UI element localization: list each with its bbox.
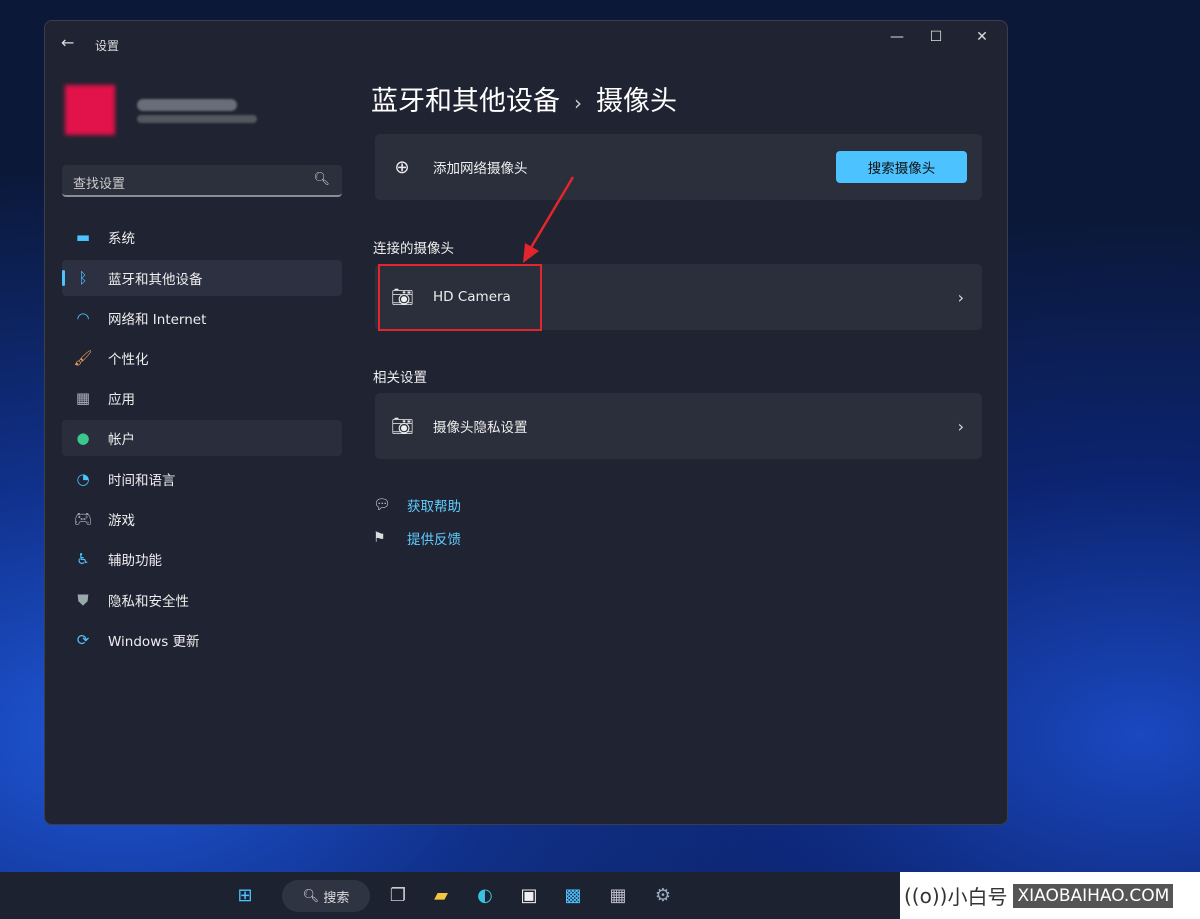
edge-browser-icon[interactable]: ◐ bbox=[472, 882, 498, 908]
sidebar-item-label: 帐户 bbox=[108, 432, 135, 448]
sidebar-item-label: 蓝牙和其他设备 bbox=[108, 272, 203, 288]
logo-domain: XIAOBAIHAO.COM bbox=[1013, 883, 1174, 908]
task-view-icon[interactable]: ❐ bbox=[385, 882, 411, 908]
breadcrumb-separator: › bbox=[574, 91, 582, 115]
camera-icon: 📷︎ bbox=[391, 415, 414, 437]
account-name-blurred bbox=[137, 99, 237, 111]
search-input[interactable]: 查找设置 🔍︎ bbox=[62, 165, 342, 197]
sidebar-item-gaming[interactable]: 🎮︎ 游戏 bbox=[62, 501, 342, 537]
settings-window: ← 设置 — ☐ ✕ 查找设置 🔍︎ ▬ 系统 ᛒ 蓝牙和其他设备 ◠ 网络和 Inte… bbox=[44, 20, 1008, 825]
connected-cameras-heading: 连接的摄像头 bbox=[373, 241, 454, 257]
sidebar-item-label: 个性化 bbox=[108, 352, 149, 368]
sidebar-item-windows-update[interactable]: ⟳ Windows 更新 bbox=[62, 622, 342, 658]
chevron-right-icon: › bbox=[957, 287, 964, 307]
feedback-link[interactable]: ⚑ 提供反馈 bbox=[373, 528, 461, 548]
search-placeholder: 查找设置 bbox=[73, 177, 126, 192]
breadcrumb-current: 摄像头 bbox=[596, 86, 677, 117]
sidebar-item-time-language[interactable]: ◔ 时间和语言 bbox=[62, 461, 342, 497]
person-icon: ● bbox=[76, 429, 90, 447]
sidebar-item-label: 隐私和安全性 bbox=[108, 594, 189, 610]
avatar[interactable] bbox=[65, 85, 115, 135]
maximize-icon[interactable]: ☐ bbox=[921, 29, 951, 45]
sidebar-item-label: 系统 bbox=[108, 231, 135, 247]
calculator-icon[interactable]: ▦ bbox=[605, 882, 631, 908]
sidebar-item-label: 时间和语言 bbox=[108, 473, 176, 489]
update-icon: ⟳ bbox=[76, 631, 90, 649]
search-icon: 🔍︎ bbox=[302, 888, 324, 904]
add-camera-label: 添加网络摄像头 bbox=[433, 161, 528, 177]
related-settings-heading: 相关设置 bbox=[373, 370, 427, 386]
search-icon: 🔍︎ bbox=[313, 172, 330, 187]
close-icon[interactable]: ✕ bbox=[967, 29, 997, 45]
sidebar-item-accounts[interactable]: ● 帐户 bbox=[62, 420, 342, 456]
apps-icon: ▦ bbox=[75, 389, 91, 407]
sidebar-item-accessibility[interactable]: ♿︎ 辅助功能 bbox=[62, 541, 342, 577]
active-indicator bbox=[62, 270, 65, 286]
taskbar-search-button[interactable]: 🔍︎ 搜索 bbox=[282, 880, 370, 912]
sidebar-item-privacy[interactable]: ⛊ 隐私和安全性 bbox=[62, 582, 342, 618]
wifi-icon: ◠ bbox=[76, 309, 90, 327]
sidebar-item-network[interactable]: ◠ 网络和 Internet bbox=[62, 300, 342, 336]
app-title: 设置 bbox=[95, 39, 120, 53]
add-network-camera-card: ⊕ 添加网络摄像头 搜索摄像头 bbox=[375, 134, 982, 200]
brush-icon: 🖌︎ bbox=[73, 349, 93, 367]
sidebar-item-label: 游戏 bbox=[108, 513, 135, 529]
logo-text: 小白号 bbox=[947, 885, 1008, 909]
sidebar-item-bluetooth[interactable]: ᛒ 蓝牙和其他设备 bbox=[62, 260, 342, 296]
gamepad-icon: 🎮︎ bbox=[73, 510, 93, 528]
monitor-icon: ▬ bbox=[75, 228, 91, 246]
taskbar-search-label: 搜索 bbox=[323, 890, 350, 906]
accessibility-icon: ♿︎ bbox=[76, 550, 90, 568]
add-circle-icon: ⊕ bbox=[394, 156, 410, 178]
get-help-link[interactable]: 💬︎ 获取帮助 bbox=[373, 495, 461, 515]
title-bar: ← 设置 — ☐ ✕ bbox=[45, 21, 1007, 61]
sidebar-item-label: 网络和 Internet bbox=[108, 312, 207, 328]
privacy-label: 摄像头隐私设置 bbox=[433, 420, 528, 436]
sidebar-item-label: 辅助功能 bbox=[108, 553, 162, 569]
annotation-highlight-box bbox=[378, 264, 542, 331]
chevron-right-icon: › bbox=[957, 416, 964, 436]
sidebar-item-label: Windows 更新 bbox=[108, 634, 200, 650]
search-camera-button[interactable]: 搜索摄像头 bbox=[836, 151, 967, 183]
store-icon[interactable]: ▣ bbox=[516, 882, 542, 908]
bluetooth-icon: ᛒ bbox=[78, 269, 88, 287]
sidebar-item-label: 应用 bbox=[108, 392, 135, 408]
camera-privacy-settings[interactable]: 📷︎ 摄像头隐私设置 › bbox=[375, 393, 982, 459]
link-label: 获取帮助 bbox=[407, 499, 461, 515]
broadcast-icon: ((o)) bbox=[904, 883, 948, 908]
account-email-blurred bbox=[137, 115, 257, 123]
start-windows-icon[interactable]: ⊞ bbox=[232, 882, 258, 908]
page-title: 蓝牙和其他设备 › 摄像头 bbox=[371, 79, 677, 118]
globe-clock-icon: ◔ bbox=[76, 470, 90, 488]
link-label: 提供反馈 bbox=[407, 532, 461, 548]
file-explorer-icon[interactable]: ▰ bbox=[428, 882, 454, 908]
feedback-icon: ⚑ bbox=[373, 530, 386, 546]
back-arrow-icon[interactable]: ← bbox=[61, 33, 74, 52]
annotation-arrow bbox=[523, 176, 575, 263]
app-icon[interactable]: ▩ bbox=[560, 882, 586, 908]
watermark-logo: ((o)) 小白号 XIAOBAIHAO.COM bbox=[900, 872, 1200, 919]
sidebar-item-apps[interactable]: ▦ 应用 bbox=[62, 380, 342, 416]
settings-gear-icon[interactable]: ⚙ bbox=[650, 882, 676, 908]
breadcrumb-parent[interactable]: 蓝牙和其他设备 bbox=[371, 86, 560, 117]
shield-icon: ⛊ bbox=[77, 591, 89, 609]
help-chat-icon: 💬︎ bbox=[373, 497, 391, 513]
sidebar-item-system[interactable]: ▬ 系统 bbox=[62, 219, 342, 255]
sidebar-item-personalization[interactable]: 🖌︎ 个性化 bbox=[62, 340, 342, 376]
minimize-icon[interactable]: — bbox=[882, 29, 912, 45]
